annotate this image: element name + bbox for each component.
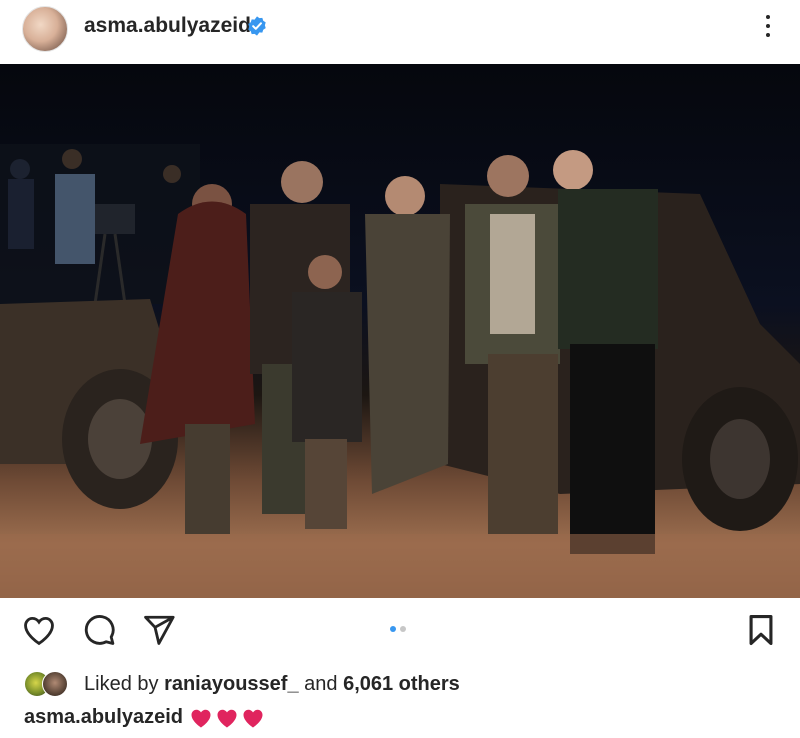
likes-text: Liked by raniayoussef_ and 6,061 others [84, 673, 460, 696]
caption-username[interactable]: asma.abulyazeid [24, 706, 183, 729]
carousel-dot [400, 626, 406, 632]
heart-outline-icon[interactable] [22, 614, 56, 646]
likes-others[interactable]: 6,061 others [343, 673, 460, 695]
red-heart-icon [217, 709, 237, 727]
post-username[interactable]: asma.abulyazeid [84, 14, 251, 38]
likes-prefix: Liked by [84, 672, 159, 695]
caption-text [189, 707, 265, 729]
liker-avatar [42, 671, 68, 697]
red-heart-icon [243, 709, 263, 727]
likes-user[interactable]: raniayoussef_ [164, 673, 299, 695]
bookmark-icon[interactable] [746, 613, 776, 647]
liker-avatars [24, 671, 72, 697]
carousel-indicator [390, 626, 406, 632]
carousel-dot-active [390, 626, 396, 632]
verified-badge-icon [248, 16, 266, 36]
paper-plane-icon[interactable] [142, 613, 176, 647]
comment-icon[interactable] [82, 613, 116, 647]
likes-row[interactable]: Liked by raniayoussef_ and 6,061 others [24, 670, 460, 698]
likes-joiner: and [304, 672, 338, 695]
more-options-icon[interactable] [756, 10, 780, 42]
post-caption: asma.abulyazeid [24, 706, 265, 729]
red-heart-icon [191, 709, 211, 727]
post-photo[interactable] [0, 64, 800, 598]
profile-avatar[interactable] [22, 6, 68, 52]
group-photo-icon [0, 144, 800, 598]
post-header: asma.abulyazeid [0, 0, 800, 64]
